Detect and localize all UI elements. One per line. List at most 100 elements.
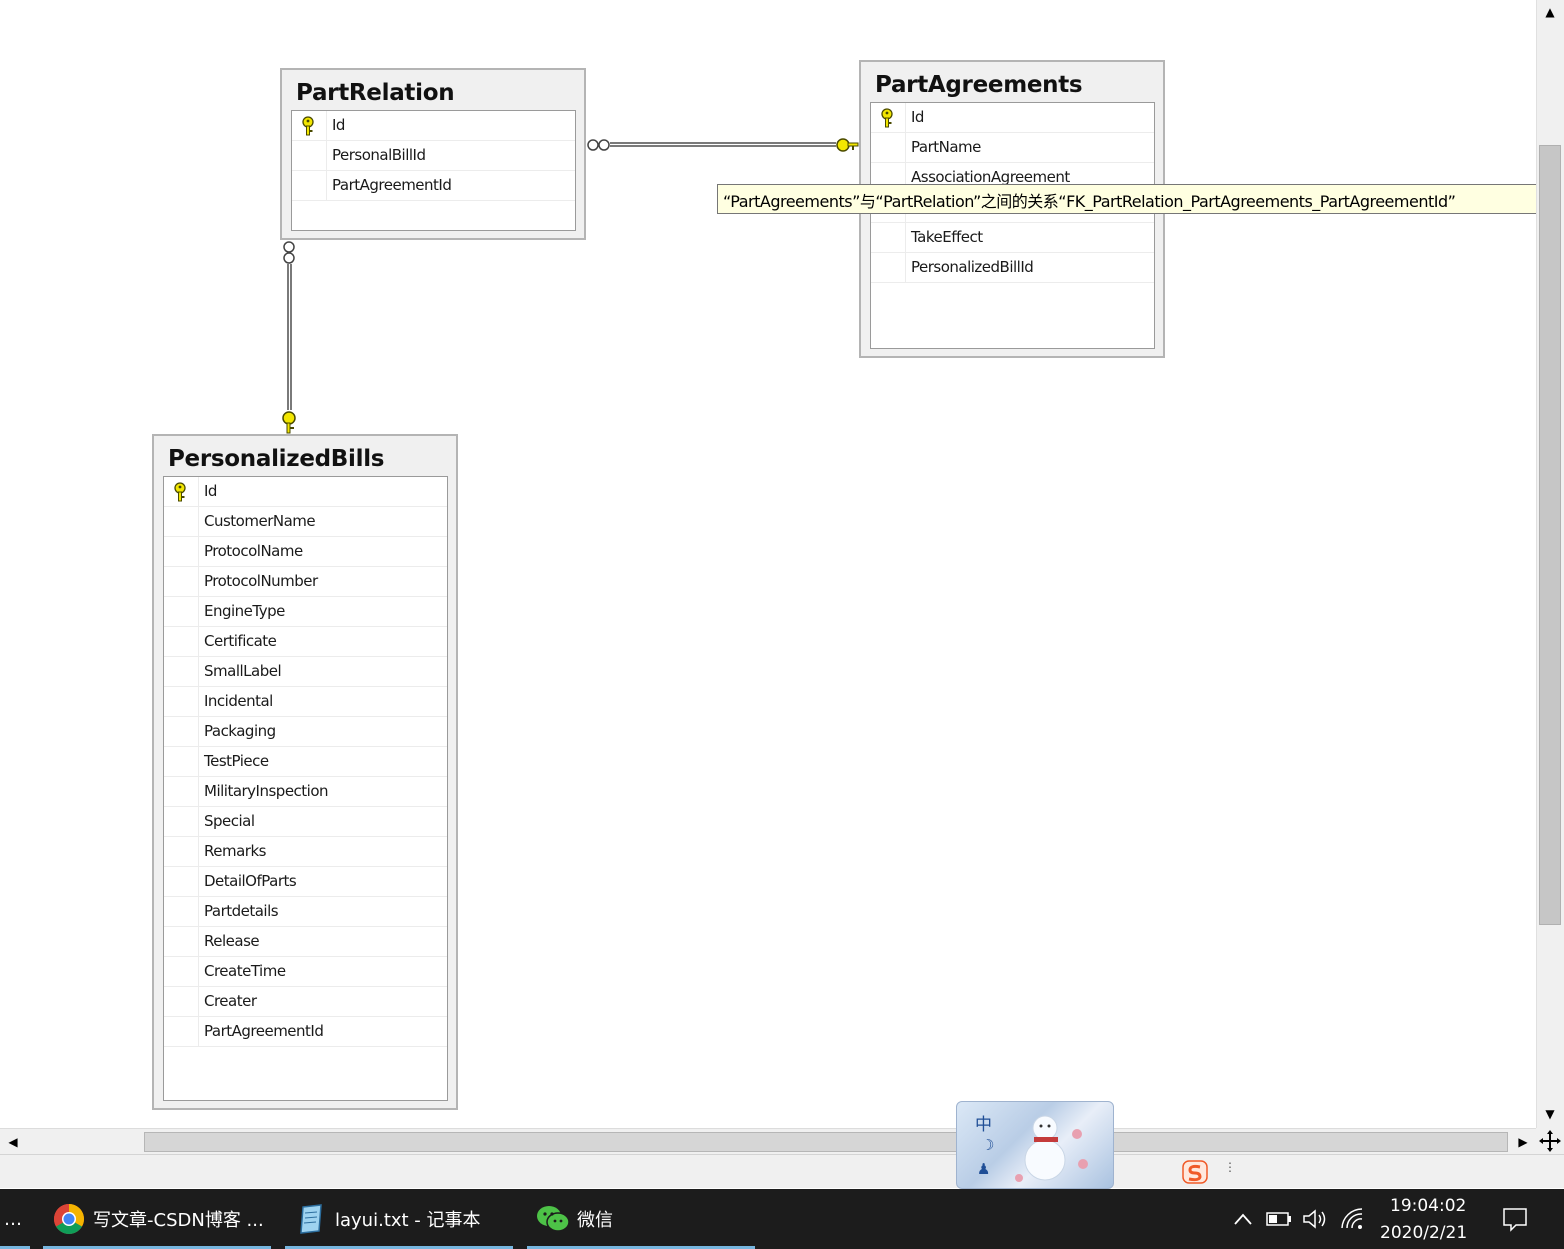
table-title: PersonalizedBills — [168, 446, 385, 472]
relationship-partrelation-partagreements[interactable] — [587, 138, 859, 152]
taskbar-item-truncated[interactable]: … — [0, 1189, 30, 1249]
row-selector[interactable] — [164, 477, 199, 506]
column-row[interactable]: PersonalizedBillId — [871, 253, 1154, 283]
navigator-button[interactable] — [1536, 1128, 1564, 1154]
column-row[interactable]: MilitaryInspection — [164, 777, 447, 807]
taskbar-item-chrome[interactable]: 写文章-CSDN博客 ... — [43, 1189, 271, 1249]
row-selector[interactable] — [292, 141, 327, 170]
column-row[interactable]: Id — [292, 111, 575, 141]
column-row[interactable]: Partdetails — [164, 897, 447, 927]
row-selector[interactable] — [164, 717, 199, 746]
row-selector[interactable] — [164, 987, 199, 1016]
column-row[interactable]: PartAgreementId — [292, 171, 575, 201]
row-selector[interactable] — [164, 597, 199, 626]
row-selector[interactable] — [164, 507, 199, 536]
column-row[interactable]: Certificate — [164, 627, 447, 657]
column-row[interactable]: Special — [164, 807, 447, 837]
arrow-left-icon: ◀ — [8, 1135, 18, 1149]
column-row[interactable]: Packaging — [164, 717, 447, 747]
battery-icon[interactable] — [1266, 1211, 1292, 1227]
row-selector[interactable] — [164, 747, 199, 776]
row-selector[interactable] — [292, 111, 327, 140]
horizontal-scrollbar[interactable]: ◀ ▶ — [0, 1128, 1536, 1154]
row-selector[interactable] — [164, 687, 199, 716]
half-width-icon[interactable]: ☽ — [981, 1136, 994, 1154]
relationship-partrelation-personalizedbills[interactable] — [282, 241, 296, 434]
scroll-up-button[interactable]: ▲ — [1539, 2, 1561, 22]
column-row[interactable]: DetailOfParts — [164, 867, 447, 897]
column-row[interactable]: ProtocolNumber — [164, 567, 447, 597]
column-row[interactable]: SmallLabel — [164, 657, 447, 687]
table-partrelation[interactable]: PartRelation Id PersonalBillId PartAgreeme… — [280, 68, 586, 240]
column-name: CustomerName — [204, 512, 316, 530]
ime-mode-label[interactable]: 中 — [975, 1110, 992, 1135]
column-row[interactable]: ProtocolName — [164, 537, 447, 567]
row-selector[interactable] — [164, 657, 199, 686]
key-end-icon — [836, 138, 859, 152]
column-row[interactable]: Incidental — [164, 687, 447, 717]
volume-icon[interactable] — [1302, 1208, 1328, 1230]
row-selector[interactable] — [164, 627, 199, 656]
row-selector[interactable] — [164, 807, 199, 836]
row-selector[interactable] — [164, 897, 199, 926]
arrow-right-icon: ▶ — [1518, 1135, 1528, 1149]
vertical-scrollbar[interactable]: ▲ ▼ — [1536, 0, 1564, 1128]
skin-icon[interactable]: ♟ — [977, 1160, 990, 1178]
row-selector[interactable] — [164, 927, 199, 956]
vertical-scroll-thumb[interactable] — [1539, 145, 1561, 925]
ime-toolbar[interactable]: 中 ☽ ♟ — [956, 1101, 1114, 1189]
row-selector[interactable] — [164, 957, 199, 986]
taskbar-item-wechat[interactable]: 微信 — [527, 1189, 755, 1249]
column-row[interactable]: CustomerName — [164, 507, 447, 537]
row-selector[interactable] — [871, 103, 906, 132]
column-row[interactable]: EngineType — [164, 597, 447, 627]
column-row[interactable]: PartName — [871, 133, 1154, 163]
column-row[interactable]: Creater — [164, 987, 447, 1017]
sogou-logo-icon — [1182, 1160, 1208, 1184]
row-selector[interactable] — [164, 777, 199, 806]
notification-icon[interactable] — [1502, 1206, 1528, 1232]
column-row[interactable]: Id — [871, 103, 1154, 133]
table-personalizedbills[interactable]: PersonalizedBills Id CustomerName Protocol… — [152, 434, 458, 1110]
row-selector[interactable] — [871, 133, 906, 162]
column-row[interactable]: Release — [164, 927, 447, 957]
clock-date[interactable]: 2020/2/21 — [1380, 1223, 1467, 1243]
chevron-up-icon[interactable] — [1233, 1212, 1253, 1226]
column-name: PartAgreementId — [204, 1022, 324, 1040]
column-name: MilitaryInspection — [204, 782, 329, 800]
column-row[interactable]: PartAgreementId — [164, 1017, 447, 1047]
column-row[interactable]: TestPiece — [164, 747, 447, 777]
column-name: CreateTime — [204, 962, 286, 980]
row-selector[interactable] — [164, 537, 199, 566]
horizontal-scroll-thumb[interactable] — [144, 1132, 1508, 1152]
column-row[interactable]: PersonalBillId — [292, 141, 575, 171]
arrow-down-icon: ▼ — [1545, 1107, 1555, 1121]
row-selector[interactable] — [292, 171, 327, 200]
column-name: Incidental — [204, 692, 273, 710]
column-name: PartAgreementId — [332, 176, 452, 194]
column-row[interactable]: Id — [164, 477, 447, 507]
column-row[interactable]: TakeEffect — [871, 223, 1154, 253]
row-selector[interactable] — [871, 253, 906, 282]
scroll-left-button[interactable]: ◀ — [2, 1132, 24, 1152]
row-selector[interactable] — [164, 867, 199, 896]
key-end-icon — [282, 411, 296, 434]
row-selector[interactable] — [164, 567, 199, 596]
sogou-menu-icon[interactable]: ⋮ — [1224, 1160, 1236, 1174]
row-selector[interactable] — [164, 837, 199, 866]
diagram-canvas[interactable]: PartRelation Id PersonalBillId PartAgreeme… — [0, 0, 1560, 1128]
column-row[interactable]: Remarks — [164, 837, 447, 867]
column-name: ProtocolNumber — [204, 572, 318, 590]
column-name: ProtocolName — [204, 542, 303, 560]
scroll-down-button[interactable]: ▼ — [1539, 1104, 1561, 1124]
column-name: EngineType — [204, 602, 285, 620]
row-selector[interactable] — [871, 223, 906, 252]
taskbar-item-notepad[interactable]: layui.txt - 记事本 — [285, 1189, 513, 1249]
column-name: PartName — [911, 138, 981, 156]
sogou-ime-tray[interactable]: ⋮ — [1180, 1158, 1240, 1186]
column-row[interactable]: CreateTime — [164, 957, 447, 987]
wifi-icon[interactable] — [1340, 1208, 1366, 1230]
row-selector[interactable] — [164, 1017, 199, 1046]
scroll-right-button[interactable]: ▶ — [1512, 1132, 1534, 1152]
clock-time[interactable]: 19:04:02 — [1390, 1196, 1466, 1216]
